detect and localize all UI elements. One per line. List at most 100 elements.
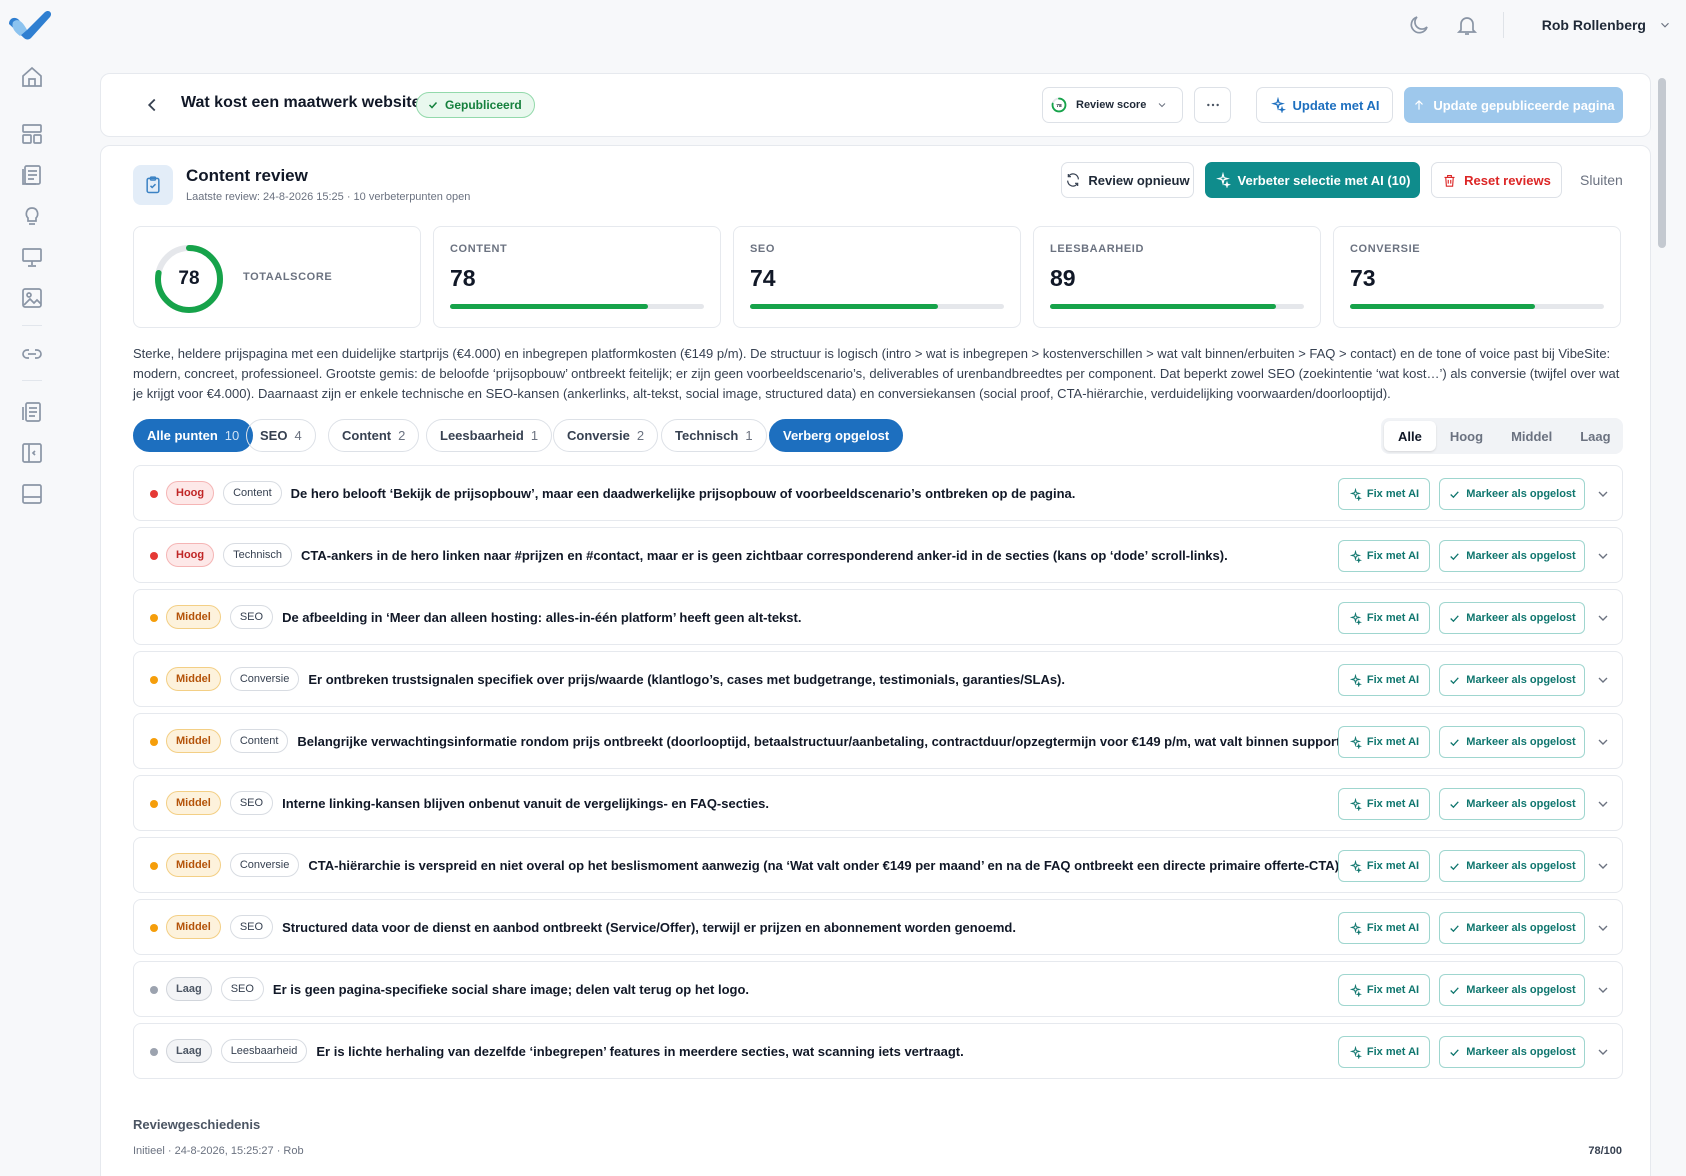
- reset-reviews-button[interactable]: Reset reviews: [1431, 162, 1562, 198]
- fix-with-ai-button[interactable]: Fix met AI: [1338, 788, 1430, 820]
- more-options-button[interactable]: [1194, 87, 1231, 123]
- close-button[interactable]: Sluiten: [1580, 172, 1623, 188]
- expand-issue-button[interactable]: [1595, 858, 1611, 874]
- severity-tab-low[interactable]: Laag: [1566, 421, 1624, 451]
- issue-row[interactable]: Middel SEO De afbeelding in ‘Meer dan al…: [133, 589, 1623, 645]
- total-score-label: TOTAALSCORE: [243, 271, 333, 283]
- improve-selection-button[interactable]: Verbeter selectie met AI (10): [1205, 162, 1420, 198]
- issue-row[interactable]: Laag SEO Er is geen pagina-specifieke so…: [133, 961, 1623, 1017]
- review-score-dropdown[interactable]: 78 Review score: [1042, 87, 1183, 123]
- issue-row[interactable]: Laag Leesbaarheid Er is lichte herhaling…: [133, 1023, 1623, 1079]
- layout-icon[interactable]: [20, 122, 44, 146]
- mark-resolved-button[interactable]: Markeer als opgelost: [1439, 540, 1585, 572]
- bell-icon[interactable]: [1455, 13, 1479, 37]
- dark-mode-icon[interactable]: [1407, 13, 1431, 37]
- severity-tab-high[interactable]: Hoog: [1436, 421, 1497, 451]
- user-name: Rob Rollenberg: [1541, 17, 1646, 33]
- fix-with-ai-button[interactable]: Fix met AI: [1338, 664, 1430, 696]
- home-icon[interactable]: [20, 65, 44, 89]
- lightbulb-icon[interactable]: [20, 204, 44, 228]
- review-again-button[interactable]: Review opnieuw: [1061, 162, 1194, 198]
- issue-tags: Laag SEO Er is geen pagina-specifieke so…: [166, 977, 749, 1001]
- issue-row[interactable]: Middel Conversie Er ontbreken trustsigna…: [133, 651, 1623, 707]
- issue-text: Interne linking-kansen blijven onbenut v…: [282, 795, 769, 811]
- pages-icon[interactable]: [20, 163, 44, 187]
- severity-dot: [150, 1048, 158, 1056]
- mark-resolved-button[interactable]: Markeer als opgelost: [1439, 478, 1585, 510]
- filter-content[interactable]: Content 2: [328, 419, 420, 452]
- mark-resolved-button[interactable]: Markeer als opgelost: [1439, 850, 1585, 882]
- category-badge: SEO: [220, 977, 264, 1001]
- review-score-value: 78: [1056, 103, 1062, 109]
- page-header-card: Wat kost een maatwerk website? Gepublice…: [100, 73, 1651, 137]
- fix-with-ai-button[interactable]: Fix met AI: [1338, 1036, 1430, 1068]
- update-published-button[interactable]: Update gepubliceerde pagina: [1404, 87, 1623, 123]
- user-menu[interactable]: Rob Rollenberg: [1542, 17, 1672, 33]
- filter-seo[interactable]: SEO 4: [246, 419, 316, 452]
- page-title: Wat kost een maatwerk website?: [181, 94, 431, 111]
- filter-all-points[interactable]: Alle punten 10: [133, 419, 254, 452]
- app-logo[interactable]: [5, 8, 53, 42]
- chevron-left-icon: [147, 98, 156, 112]
- severity-tab-medium[interactable]: Middel: [1497, 421, 1566, 451]
- fix-with-ai-label: Fix met AI: [1366, 550, 1420, 562]
- sparkles-icon: [1349, 1045, 1362, 1059]
- score-bar: [450, 304, 704, 309]
- issue-tags: Middel Content Belangrijke verwachtingsi…: [166, 729, 1348, 753]
- fix-with-ai-button[interactable]: Fix met AI: [1338, 912, 1430, 944]
- mark-resolved-button[interactable]: Markeer als opgelost: [1439, 788, 1585, 820]
- score-card-content: CONTENT 78: [433, 226, 721, 328]
- scrollbar-thumb[interactable]: [1658, 78, 1666, 248]
- issue-row[interactable]: Hoog Content De hero belooft ‘Bekijk de …: [133, 465, 1623, 521]
- fix-with-ai-button[interactable]: Fix met AI: [1338, 726, 1430, 758]
- review-title: Content review: [186, 166, 308, 185]
- expand-issue-button[interactable]: [1595, 982, 1611, 998]
- footer-panel-icon[interactable]: [20, 482, 44, 506]
- fix-with-ai-button[interactable]: Fix met AI: [1338, 540, 1430, 572]
- document-list-icon[interactable]: [20, 400, 44, 424]
- mark-resolved-button[interactable]: Markeer als opgelost: [1439, 726, 1585, 758]
- filter-technical[interactable]: Technisch 1: [661, 419, 767, 452]
- image-icon[interactable]: [20, 286, 44, 310]
- filter-conversion[interactable]: Conversie 2: [553, 419, 659, 452]
- presentation-icon[interactable]: [20, 245, 44, 269]
- sidebar-panel-icon[interactable]: [20, 441, 44, 465]
- category-badge: SEO: [229, 915, 274, 939]
- expand-issue-button[interactable]: [1595, 796, 1611, 812]
- severity-dot: [150, 614, 158, 622]
- mark-resolved-button[interactable]: Markeer als opgelost: [1439, 602, 1585, 634]
- expand-issue-button[interactable]: [1595, 920, 1611, 936]
- issue-row[interactable]: Hoog Technisch CTA-ankers in de hero lin…: [133, 527, 1623, 583]
- fix-with-ai-button[interactable]: Fix met AI: [1338, 850, 1430, 882]
- link-icon[interactable]: [20, 342, 44, 366]
- mark-resolved-button[interactable]: Markeer als opgelost: [1439, 974, 1585, 1006]
- chevron-down-icon: [1598, 615, 1608, 621]
- fix-with-ai-button[interactable]: Fix met AI: [1338, 602, 1430, 634]
- expand-issue-button[interactable]: [1595, 486, 1611, 502]
- back-button[interactable]: [141, 94, 163, 116]
- score-bar: [1350, 304, 1604, 309]
- issue-row[interactable]: Middel SEO Interne linking-kansen blijve…: [133, 775, 1623, 831]
- expand-issue-button[interactable]: [1595, 672, 1611, 688]
- issue-row[interactable]: Middel Conversie CTA-hiërarchie is versp…: [133, 837, 1623, 893]
- hide-resolved-toggle[interactable]: Verberg opgelost: [769, 419, 904, 452]
- mark-resolved-button[interactable]: Markeer als opgelost: [1439, 912, 1585, 944]
- severity-tab-all[interactable]: Alle: [1384, 421, 1436, 451]
- fix-with-ai-button[interactable]: Fix met AI: [1338, 974, 1430, 1006]
- expand-issue-button[interactable]: [1595, 734, 1611, 750]
- expand-issue-button[interactable]: [1595, 610, 1611, 626]
- sparkles-icon: [1349, 611, 1362, 625]
- fix-with-ai-button[interactable]: Fix met AI: [1338, 478, 1430, 510]
- severity-badge: Middel: [166, 853, 221, 877]
- update-ai-button[interactable]: Update met AI: [1256, 87, 1393, 123]
- expand-issue-button[interactable]: [1595, 548, 1611, 564]
- fix-with-ai-label: Fix met AI: [1366, 1046, 1420, 1058]
- page-scrollbar[interactable]: [1658, 70, 1666, 1176]
- issue-row[interactable]: Middel Content Belangrijke verwachtingsi…: [133, 713, 1623, 769]
- issue-row[interactable]: Middel SEO Structured data voor de diens…: [133, 899, 1623, 955]
- expand-issue-button[interactable]: [1595, 1044, 1611, 1060]
- mark-resolved-button[interactable]: Markeer als opgelost: [1439, 1036, 1585, 1068]
- mark-resolved-button[interactable]: Markeer als opgelost: [1439, 664, 1585, 696]
- filter-readability[interactable]: Leesbaarheid 1: [426, 419, 553, 452]
- mark-resolved-label: Markeer als opgelost: [1466, 984, 1576, 996]
